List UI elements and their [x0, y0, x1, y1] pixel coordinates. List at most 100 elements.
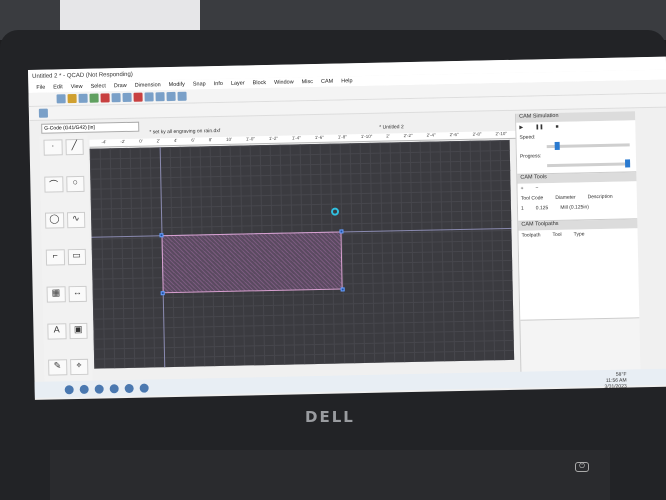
copy-icon[interactable] — [111, 93, 121, 103]
menu-item-view[interactable]: View — [71, 84, 83, 90]
rectangle-handle[interactable] — [339, 229, 344, 234]
menu-item-window[interactable]: Window — [274, 79, 294, 85]
ruler-tick-label: 2'-4" — [426, 132, 436, 138]
ruler-tick-label: 1'-2" — [268, 135, 278, 141]
chrome-icon[interactable] — [109, 383, 119, 393]
speed-slider[interactable] — [546, 141, 630, 150]
ruler-tick-label: -4' — [101, 139, 107, 145]
cam-tools-panel: + − Tool Code Diameter Description 1 0.12… — [517, 181, 638, 222]
ruler-tick-label: 2'-6" — [449, 131, 459, 138]
cam-icon[interactable] — [38, 108, 49, 118]
menu-item-misc[interactable]: Misc — [302, 79, 313, 85]
menu-item-select[interactable]: Select — [90, 83, 105, 89]
system-clock[interactable]: 58°F 11:56 AM 3/31/2023 — [604, 372, 626, 390]
menu-item-dimension[interactable]: Dimension — [135, 82, 161, 89]
ruler-tick-label: 2' — [386, 133, 390, 139]
keyboard-area — [50, 450, 610, 500]
zoom-fit-icon[interactable] — [177, 91, 187, 101]
undo-icon[interactable] — [89, 93, 99, 103]
play-icon[interactable]: ▶ — [519, 125, 523, 131]
ruler-tick-label: 2'-8" — [472, 131, 482, 137]
ruler-tick-label: 1'-6" — [314, 134, 324, 141]
window-title: Untitled 2 * - QCAD (Not Responding) — [32, 71, 133, 80]
ruler-tick-label: 0' — [139, 138, 143, 144]
add-icon[interactable]: + — [521, 186, 524, 192]
hatch-tool[interactable]: ▦ — [46, 286, 66, 303]
file-explorer-icon[interactable] — [124, 383, 134, 393]
ruler-tick-label: 2' — [156, 138, 161, 144]
grid-icon[interactable] — [144, 92, 154, 102]
modify-tool[interactable]: ✎ — [48, 359, 67, 376]
power-icon[interactable]: ⏻ — [575, 462, 589, 472]
gcode-select[interactable]: G-Code (G41/G42) [in] — [41, 121, 140, 134]
gcode-select-value: G-Code (G41/G42) [in] — [44, 124, 95, 132]
menu-item-file[interactable]: File — [36, 85, 45, 91]
menu-item-block[interactable]: Block — [253, 80, 267, 86]
speed-slider-knob[interactable] — [554, 141, 561, 150]
ruler-tick-label: 1'-10" — [360, 133, 373, 140]
remove-icon[interactable]: − — [535, 185, 538, 191]
edge-icon[interactable] — [94, 383, 104, 394]
ruler-tick-label: 2'-10" — [495, 130, 508, 137]
right-dock: CAM Simulation ▶ ❚❚ ■ Speed: Progress: C… — [515, 111, 641, 374]
progress-row: Progress: — [519, 153, 542, 160]
rectangle-handle[interactable] — [159, 233, 164, 238]
menu-item-snap[interactable]: Snap — [193, 81, 206, 87]
text-tool[interactable]: A — [47, 322, 67, 340]
cam-simulation-panel: ▶ ❚❚ ■ Speed: Progress: — [516, 120, 637, 175]
cursor-marker — [330, 207, 340, 216]
ruler-tick-label: 1'-8" — [337, 134, 347, 140]
cut-icon[interactable] — [100, 93, 110, 103]
ruler-tick-label: 2'-2" — [403, 132, 413, 139]
polyline-tool[interactable]: ⌐ — [45, 249, 65, 266]
zoom-out-icon[interactable] — [166, 91, 176, 102]
circle-tool[interactable]: ○ — [65, 175, 85, 192]
rectangle-handle[interactable] — [160, 291, 165, 296]
ruler-tick-label: 4' — [173, 137, 178, 143]
menu-item-modify[interactable]: Modify — [169, 82, 185, 88]
start-icon[interactable] — [64, 384, 74, 394]
ellipse-tool[interactable]: ◯ — [45, 212, 64, 230]
ruler-tick-label: 6' — [191, 137, 195, 143]
ruler-tick-label: 10' — [226, 136, 233, 142]
new-icon[interactable] — [56, 94, 66, 104]
ruler-tick-label: 1'-0" — [245, 136, 256, 142]
menu-item-cam[interactable]: CAM — [321, 79, 333, 85]
progress-slider[interactable] — [547, 159, 631, 168]
dimension-tool[interactable]: ↔ — [68, 285, 87, 303]
pause-icon[interactable]: ❚❚ — [535, 124, 544, 130]
tools-panel: · ╱ ⌒ ○ ◯ ∿ ⌐ ▭ ▦ ↔ A ▣ ✎ ⌖ — [39, 134, 93, 398]
speed-row: Speed: — [519, 134, 536, 141]
progress-slider-knob[interactable] — [625, 159, 631, 168]
zoom-in-icon[interactable] — [155, 92, 165, 102]
ruler-tick-label: -2' — [120, 138, 126, 145]
open-icon[interactable] — [67, 93, 77, 104]
menu-item-layer[interactable]: Layer — [231, 80, 245, 86]
spline-tool[interactable]: ∿ — [66, 212, 86, 229]
background-monitor-screen — [60, 0, 200, 30]
dell-logo: DELL — [305, 408, 355, 426]
cam-toolpaths-headers: Toolpath Tool Type — [521, 231, 585, 239]
point-tool[interactable]: · — [43, 139, 63, 156]
drawing-canvas[interactable] — [89, 139, 515, 369]
menu-item-help[interactable]: Help — [341, 78, 352, 84]
table-row[interactable]: 1 0.125 Mill (0.125in) — [518, 201, 637, 213]
paste-icon[interactable] — [122, 92, 132, 103]
ruler-tick-label: 1'-4" — [291, 135, 301, 141]
image-tool[interactable]: ▣ — [68, 322, 88, 339]
ruler-tick-label: 8' — [208, 137, 213, 143]
snap-tool[interactable]: ⌖ — [69, 359, 89, 376]
line-tool[interactable]: ╱ — [64, 138, 84, 156]
arc-tool[interactable]: ⌒ — [44, 175, 64, 193]
hatched-rectangle[interactable] — [161, 231, 343, 294]
menu-item-edit[interactable]: Edit — [53, 84, 63, 90]
menu-item-draw[interactable]: Draw — [114, 83, 127, 89]
search-icon[interactable] — [79, 384, 89, 394]
rectangle-handle[interactable] — [340, 287, 345, 292]
stop-icon[interactable]: ■ — [555, 124, 558, 130]
menu-item-info[interactable]: Info — [214, 81, 223, 87]
pen-icon[interactable] — [133, 92, 143, 102]
save-icon[interactable] — [78, 93, 88, 103]
qcad-icon[interactable] — [139, 383, 149, 393]
rectangle-tool[interactable]: ▭ — [67, 248, 87, 266]
